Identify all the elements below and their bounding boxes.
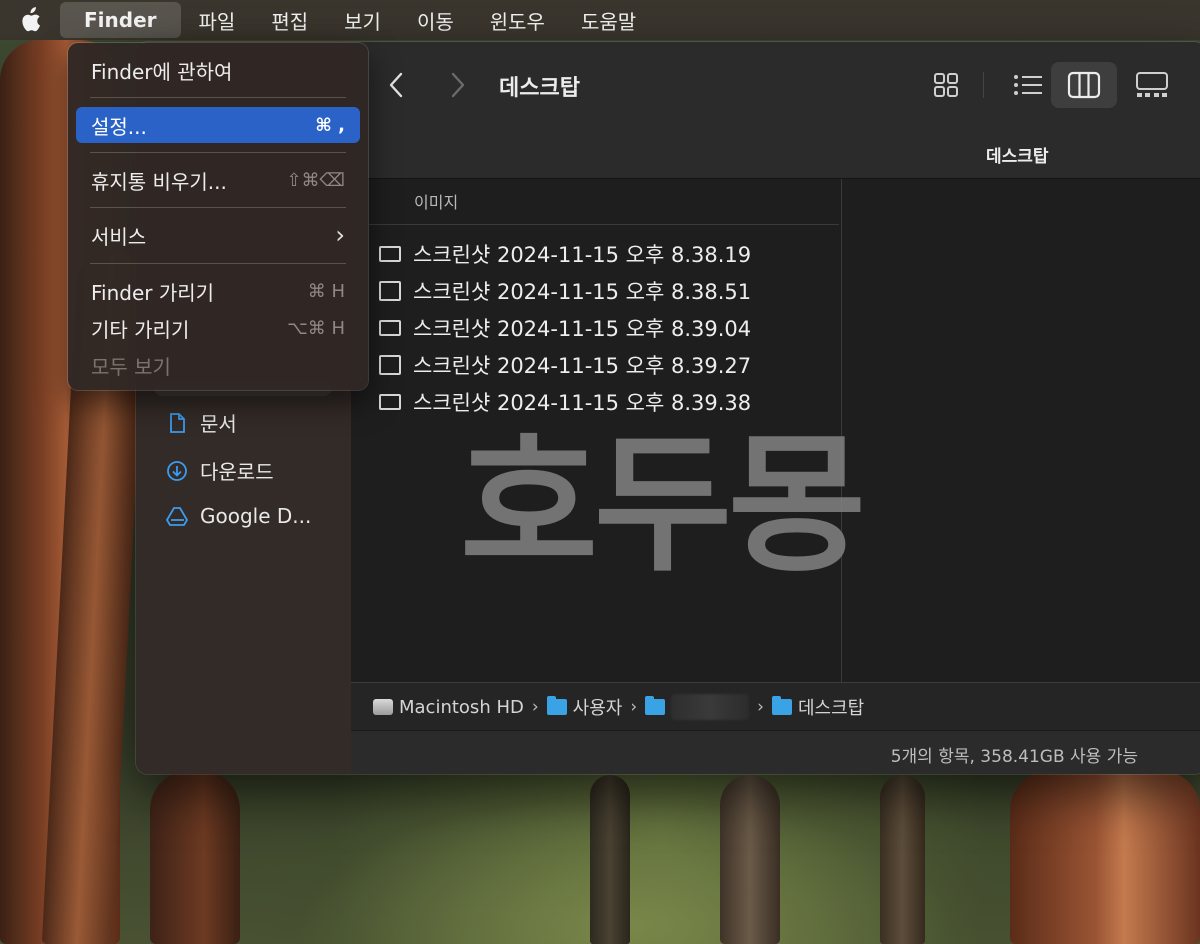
path-item-home[interactable] (645, 694, 750, 720)
menu-item-services[interactable]: 서비스 › (76, 217, 360, 253)
tree-trunk (590, 775, 630, 944)
file-item[interactable]: 스크린샷 2024-11-15 오후 8.38.19 (379, 239, 751, 269)
path-separator: › (531, 697, 539, 717)
preview-column (842, 179, 1200, 682)
status-text: 5개의 항목, 358.41GB 사용 가능 (890, 747, 1138, 767)
status-bar: 5개의 항목, 358.41GB 사용 가능 (351, 730, 1200, 774)
home-folder-icon (645, 696, 666, 715)
menu-view[interactable]: 보기 (326, 0, 399, 41)
screenshot-file-icon (379, 394, 401, 410)
menu-item-hide-others[interactable]: 기타 가리기 ⌥⌘ H (76, 310, 360, 346)
sidebar-item-downloads[interactable]: 다운로드 (166, 456, 274, 485)
menu-item-about-finder[interactable]: Finder에 관하여 (76, 52, 360, 88)
shortcut-label: ⌥⌘ H (287, 317, 345, 339)
gallery-view-button[interactable] (1119, 62, 1185, 108)
menu-separator (90, 97, 346, 98)
shortcut-label: ⌘ H (307, 280, 345, 302)
download-icon (167, 460, 187, 481)
grid-icon (934, 73, 958, 97)
menu-window[interactable]: 윈도우 (472, 0, 563, 41)
column-view-button[interactable] (1051, 62, 1117, 108)
google-drive-icon (166, 507, 188, 526)
screenshot-file-icon (379, 281, 401, 301)
chevron-right-icon (451, 72, 465, 98)
forward-button[interactable] (443, 68, 473, 102)
path-separator: › (757, 697, 764, 717)
document-icon (170, 412, 185, 433)
sidebar-item-google-drive[interactable]: Google D... (166, 504, 311, 528)
file-item[interactable]: 스크린샷 2024-11-15 오후 8.39.27 (379, 350, 751, 380)
screenshot-file-icon (379, 246, 401, 262)
toolbar: 데스크탑 (351, 42, 1200, 130)
sidebar-item-label: Google D... (200, 504, 312, 528)
tree-trunk (1010, 770, 1200, 944)
path-item-users[interactable]: 사용자 (546, 694, 622, 720)
screenshot-file-icon (379, 320, 401, 336)
column-header: 이미지 (414, 193, 459, 212)
menu-item-empty-trash[interactable]: 휴지통 비우기... ⇧⌘⌫ (76, 162, 360, 198)
hard-disk-icon (373, 699, 393, 715)
sidebar-item-documents[interactable]: 문서 (166, 408, 237, 437)
tree-trunk (720, 775, 780, 944)
menu-item-settings[interactable]: 설정... ⌘ , (76, 107, 360, 143)
path-bar: Macintosh HD › 사용자 › › 데스크탑 (351, 682, 1200, 731)
menu-finder[interactable]: Finder (60, 2, 181, 38)
chevron-left-icon (389, 72, 403, 98)
desktop-folder-icon (771, 696, 792, 715)
apple-menu-icon[interactable] (0, 7, 60, 33)
file-item[interactable]: 스크린샷 2024-11-15 오후 8.39.04 (379, 313, 751, 343)
menu-edit[interactable]: 편집 (253, 0, 326, 41)
screenshot-file-icon (379, 355, 401, 375)
menu-item-show-all: 모두 보기 (91, 354, 171, 379)
list-icon (1014, 75, 1042, 95)
tree-trunk (150, 770, 240, 944)
menu-separator (90, 152, 346, 153)
folder-icon (546, 696, 567, 715)
file-item[interactable]: 스크린샷 2024-11-15 오후 8.38.51 (379, 276, 751, 306)
menu-bar: Finder 파일 편집 보기 이동 윈도우 도움말 (0, 0, 1200, 40)
menu-go[interactable]: 이동 (399, 0, 472, 41)
menu-separator (90, 207, 346, 208)
gallery-icon (1136, 72, 1168, 97)
sidebar-item-label: 다운로드 (200, 460, 274, 484)
menu-file[interactable]: 파일 (181, 0, 254, 41)
submenu-chevron-icon: › (335, 221, 345, 249)
redacted-username (671, 694, 750, 720)
columns-icon (1067, 71, 1101, 99)
path-separator: › (630, 697, 638, 717)
back-button[interactable] (381, 68, 411, 102)
tab-desktop[interactable]: 데스크탑 (986, 142, 1049, 167)
finder-dropdown-menu: Finder에 관하여 설정... ⌘ , 휴지통 비우기... ⇧⌘⌫ 서비스… (68, 43, 368, 390)
icon-view-button[interactable] (913, 62, 979, 108)
sidebar-item-label: 문서 (200, 412, 237, 436)
watermark-text: 호두몽 (460, 419, 866, 593)
path-item-disk[interactable]: Macintosh HD (373, 697, 524, 718)
menu-separator (90, 263, 346, 264)
menu-item-hide-finder[interactable]: Finder 가리기 ⌘ H (76, 273, 360, 309)
path-item-desktop[interactable]: 데스크탑 (771, 694, 864, 720)
shortcut-label: ⌘ , (315, 114, 345, 136)
tab-bar: 데스크탑 (351, 130, 1200, 179)
window-title: 데스크탑 (499, 76, 580, 101)
shortcut-label: ⇧⌘⌫ (286, 169, 345, 191)
menu-help[interactable]: 도움말 (563, 0, 654, 41)
tree-trunk (880, 775, 925, 944)
